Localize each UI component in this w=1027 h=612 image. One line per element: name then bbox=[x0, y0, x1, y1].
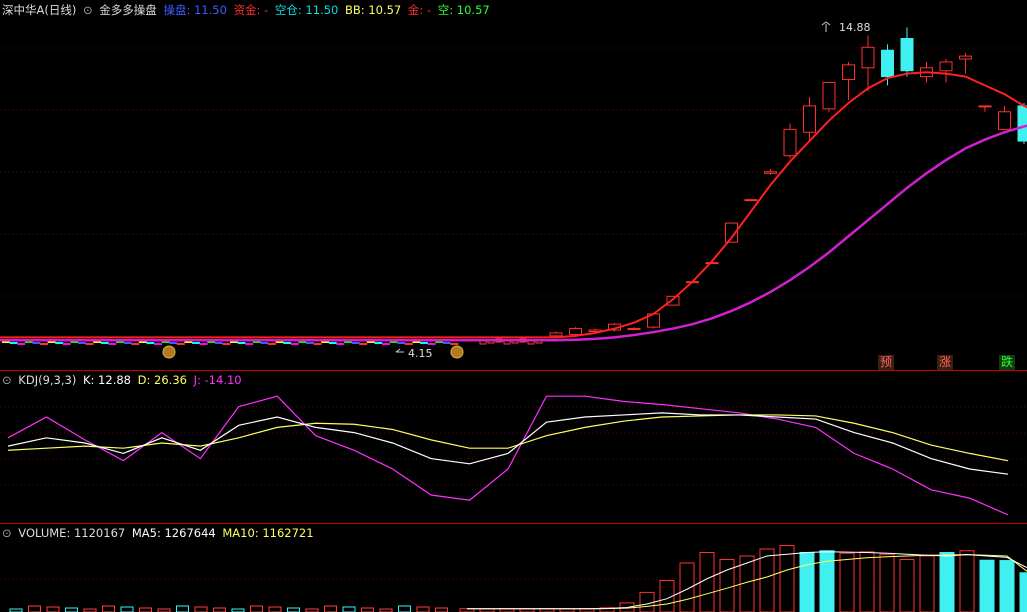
volume-bar-left bbox=[435, 607, 448, 612]
volume-bar-left bbox=[361, 607, 374, 612]
legend-caopan: 操盘: 11.50 bbox=[163, 3, 227, 17]
volume-bar-left bbox=[120, 606, 134, 612]
high-marker-icon bbox=[821, 21, 831, 32]
volume-ma10-label: MA10: 1162721 bbox=[222, 526, 314, 540]
volume-bar bbox=[939, 552, 955, 612]
volume-bar-left bbox=[287, 607, 300, 612]
signal-die: 跌 bbox=[999, 355, 1015, 370]
kdj-j-line bbox=[7, 395, 1009, 516]
volume-bar bbox=[979, 559, 995, 612]
volume-bar-left bbox=[102, 605, 115, 612]
volume-bar bbox=[679, 562, 695, 612]
volume-bar-left bbox=[398, 605, 411, 612]
kdj-title[interactable]: KDJ(9,3,3) bbox=[18, 373, 76, 387]
volume-bar-left bbox=[176, 605, 189, 612]
candle-body bbox=[1017, 105, 1027, 142]
candle-body bbox=[978, 105, 992, 108]
indicator-chevron-icon[interactable]: ⊙ bbox=[83, 3, 93, 17]
signal-yu: 预 bbox=[878, 355, 894, 370]
candle-body bbox=[842, 64, 855, 81]
kdj-header: ⊙ KDJ(9,3,3) K: 12.88 D: 26.36 J: -14.10 bbox=[2, 373, 245, 387]
candle-body bbox=[803, 105, 816, 133]
stock-name: 深中华A(日线) bbox=[2, 3, 77, 17]
volume-bar-left bbox=[65, 607, 78, 612]
candle-body bbox=[861, 46, 875, 69]
kdj-j-label: J: -14.10 bbox=[193, 373, 242, 387]
kdj-settings-icon[interactable]: ⊙ bbox=[2, 373, 12, 387]
candle-body bbox=[783, 128, 797, 157]
signal-zhang: 涨 bbox=[937, 355, 953, 370]
candle-body bbox=[939, 61, 953, 72]
volume-bar bbox=[799, 552, 815, 612]
legend-zijin: 资金: - bbox=[233, 3, 269, 17]
indicator-name[interactable]: 金多多操盘 bbox=[99, 3, 157, 17]
candle-body bbox=[900, 38, 914, 72]
low-price-label: 4.15 bbox=[408, 347, 433, 360]
volume-bar bbox=[879, 553, 895, 612]
candle-body bbox=[549, 332, 563, 337]
volume-bar bbox=[959, 550, 975, 612]
series-line-red bbox=[0, 71, 1027, 339]
volume-bar bbox=[759, 548, 775, 612]
kdj-chart[interactable] bbox=[0, 371, 1027, 524]
volume-bar-left bbox=[28, 605, 41, 612]
volume-bar bbox=[859, 551, 875, 612]
legend-jin: 金: - bbox=[407, 3, 432, 17]
legend-kong: 空: 10.57 bbox=[437, 3, 490, 17]
series-line-magenta bbox=[0, 124, 1027, 342]
candle-body bbox=[822, 81, 836, 110]
money-bag-icon bbox=[162, 345, 176, 359]
price-chart[interactable] bbox=[0, 0, 1027, 370]
candle-body bbox=[666, 295, 680, 306]
candle-body bbox=[705, 262, 719, 265]
price-header: 深中华A(日线) ⊙ 金多多操盘 操盘: 11.50 资金: - 空仓: 11.… bbox=[2, 2, 493, 18]
money-bag-icon bbox=[450, 345, 464, 359]
volume-bar bbox=[699, 552, 715, 612]
volume-bar bbox=[899, 559, 915, 612]
kdj-k-label: K: 12.88 bbox=[82, 373, 131, 387]
candle-body bbox=[569, 328, 582, 335]
volume-bar-left bbox=[416, 606, 430, 612]
volume-settings-icon[interactable]: ⊙ bbox=[2, 526, 12, 540]
candle-body bbox=[744, 199, 758, 202]
volume-bar-left bbox=[46, 606, 60, 612]
low-marker-icon bbox=[395, 348, 404, 353]
volume-panel[interactable]: ⊙ VOLUME: 1120167 MA5: 1267644 MA10: 116… bbox=[0, 524, 1027, 612]
volume-bar-left bbox=[324, 605, 337, 612]
volume-bar bbox=[1019, 572, 1027, 612]
kdj-d-label: D: 26.36 bbox=[137, 373, 187, 387]
kdj-panel[interactable]: ⊙ KDJ(9,3,3) K: 12.88 D: 26.36 J: -14.10 bbox=[0, 371, 1027, 524]
candle-body bbox=[998, 111, 1011, 130]
candle-body bbox=[627, 328, 641, 331]
volume-bar-left bbox=[213, 607, 226, 612]
volume-bar-left bbox=[139, 607, 152, 612]
volume-bar bbox=[779, 545, 795, 612]
volume-title[interactable]: VOLUME: 1120167 bbox=[18, 526, 125, 540]
volume-bar-left bbox=[250, 605, 263, 612]
volume-bar bbox=[819, 550, 835, 612]
volume-bar-left bbox=[194, 606, 208, 612]
volume-bar bbox=[719, 559, 735, 612]
price-panel[interactable]: 深中华A(日线) ⊙ 金多多操盘 操盘: 11.50 资金: - 空仓: 11.… bbox=[0, 0, 1027, 370]
volume-bar bbox=[919, 555, 935, 612]
volume-bar-left bbox=[268, 606, 282, 612]
volume-header: ⊙ VOLUME: 1120167 MA5: 1267644 MA10: 116… bbox=[2, 526, 317, 540]
volume-bar bbox=[839, 552, 855, 612]
candle-body bbox=[764, 171, 777, 174]
candle-body bbox=[959, 55, 972, 60]
volume-bar-left bbox=[342, 606, 356, 612]
volume-bar bbox=[999, 560, 1015, 612]
legend-bb: BB: 10.57 bbox=[345, 3, 402, 17]
candle-body bbox=[881, 49, 894, 78]
volume-ma5-label: MA5: 1267644 bbox=[131, 526, 216, 540]
legend-kongcang: 空仓: 11.50 bbox=[274, 3, 339, 17]
high-price-label: 14.88 bbox=[839, 21, 871, 34]
